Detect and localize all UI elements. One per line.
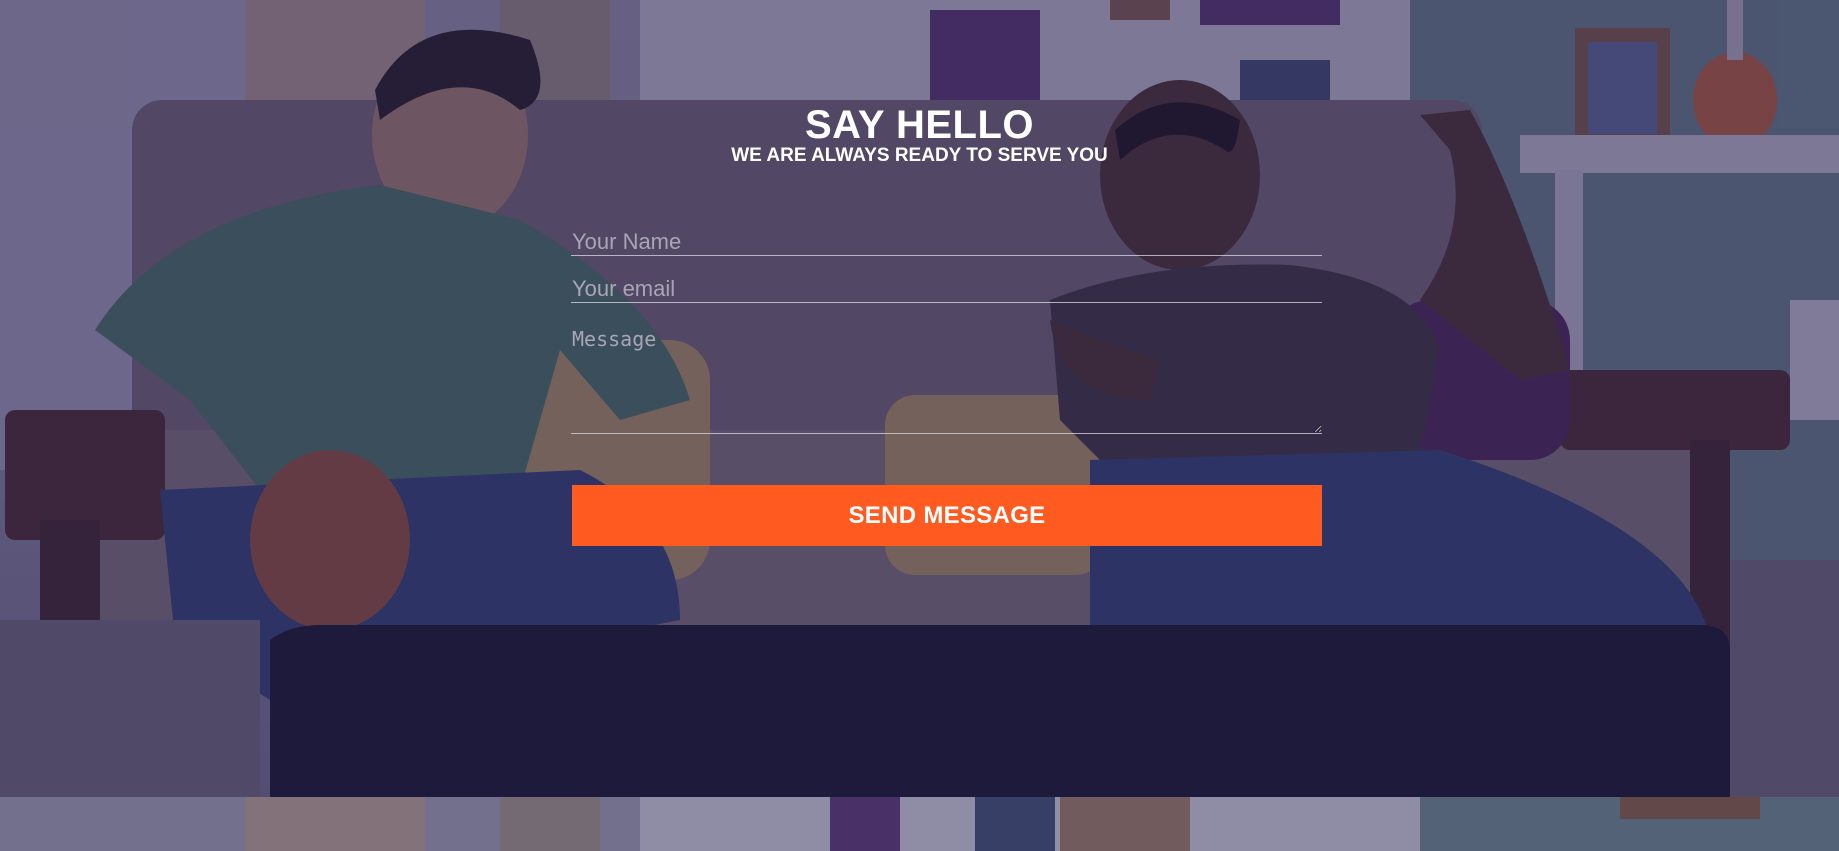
send-message-button[interactable]: SEND MESSAGE [572,485,1322,546]
name-input[interactable] [571,228,1322,256]
section-subtitle: WE ARE ALWAYS READY TO SERVE YOU [731,145,1108,166]
contact-section: SAY HELLO WE ARE ALWAYS READY TO SERVE Y… [0,0,1839,851]
background-strip [0,797,1839,851]
message-textarea[interactable] [571,324,1322,434]
email-input[interactable] [571,275,1322,303]
section-title: SAY HELLO [804,103,1034,147]
